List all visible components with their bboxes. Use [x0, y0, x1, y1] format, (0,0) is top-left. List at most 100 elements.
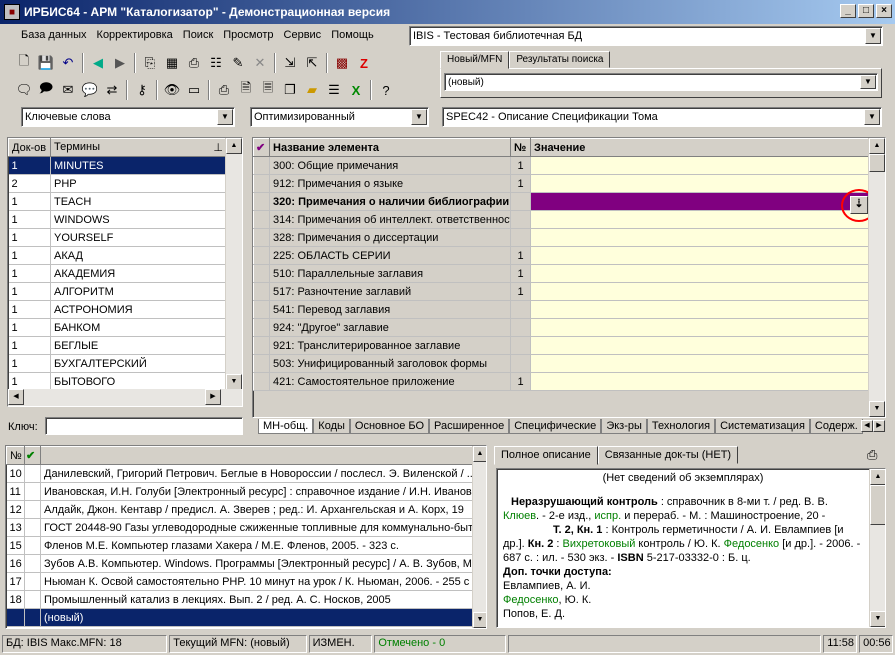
menu-service[interactable]: Сервис	[279, 29, 327, 41]
column-header-terms[interactable]: Термины ⊥	[50, 138, 227, 157]
menu-help[interactable]: Помощь	[326, 29, 379, 41]
dictionary-row[interactable]: 1 АСТРОНОМИЯ	[8, 300, 227, 319]
row-indicator[interactable]	[253, 372, 270, 391]
check-icon[interactable]: ✔	[24, 446, 41, 465]
row-indicator[interactable]	[253, 210, 270, 229]
field-tab[interactable]: Экз-ры	[601, 419, 647, 434]
link-icon[interactable]: ⇄	[102, 80, 122, 100]
tab-linked-docs[interactable]: Связанные док-ты (НЕТ)	[597, 446, 739, 464]
value-cell[interactable]	[530, 192, 870, 211]
record-row[interactable]: 13 ГОСТ 20448-90 Газы углеводородные сжиж…	[6, 518, 475, 537]
chat-icon[interactable]: 💬	[80, 80, 100, 100]
document-go-icon[interactable]: 🗏	[258, 80, 278, 100]
mark-cell[interactable]	[24, 590, 41, 609]
list-icon[interactable]: ☰	[324, 80, 344, 100]
column-header-field-name[interactable]: Название элемента	[269, 138, 511, 157]
menu-database[interactable]: База данных	[16, 29, 92, 41]
chevron-down-icon[interactable]: ▼	[860, 75, 876, 89]
worksheet-select[interactable]: SPEC42 - Описание Спецификации Тома ▼	[442, 107, 882, 127]
delete-icon[interactable]: ✕	[250, 53, 270, 73]
value-cell[interactable]	[530, 336, 870, 355]
print-preview-icon[interactable]: ⎙	[214, 80, 234, 100]
field-tab[interactable]: Систематизация	[715, 419, 810, 434]
record-row[interactable]: 11 Ивановская, И.Н. Голуби [Электронный р…	[6, 482, 475, 501]
chevron-down-icon[interactable]: ▼	[217, 109, 233, 125]
mark-cell[interactable]	[24, 518, 41, 537]
row-indicator[interactable]	[253, 174, 270, 193]
row-indicator[interactable]	[253, 336, 270, 355]
scroll-up-icon[interactable]: ▲	[870, 469, 885, 485]
menu-edit[interactable]: Корректировка	[92, 29, 178, 41]
row-indicator[interactable]	[253, 300, 270, 319]
maximize-icon[interactable]: □	[858, 4, 874, 18]
fields-scrollbar[interactable]: ▲ ▼	[868, 138, 885, 417]
comment-icon[interactable]: 🗨	[14, 80, 34, 100]
database-select[interactable]: IBIS - Тестовая библиотечная БД ▼	[409, 26, 883, 46]
value-cell[interactable]	[530, 228, 870, 247]
preview-icon[interactable]: 👁	[162, 80, 182, 100]
field-tab[interactable]: Коды	[313, 419, 350, 434]
record-row[interactable]: 16 Зубов А.В. Компьютер. Windows. Програм…	[6, 554, 475, 573]
menu-view[interactable]: Просмотр	[218, 29, 278, 41]
value-cell[interactable]	[530, 156, 870, 175]
dictionary-row[interactable]: 1 АКАДЕМИЯ	[8, 264, 227, 283]
row-indicator[interactable]	[253, 192, 270, 211]
records-scrollbar[interactable]: ▲ ▼	[472, 446, 486, 628]
scroll-down-icon[interactable]: ▼	[473, 612, 486, 628]
tab-scroll-right-icon[interactable]: ▶	[873, 420, 885, 432]
dictionary-row[interactable]: 1 TEACH	[8, 192, 227, 211]
value-cell[interactable]	[530, 264, 870, 283]
row-indicator[interactable]	[253, 282, 270, 301]
undo-icon[interactable]: ↶	[58, 53, 78, 73]
mark-cell[interactable]	[24, 554, 41, 573]
value-cell[interactable]	[530, 354, 870, 373]
scroll-down-icon[interactable]: ▼	[226, 374, 242, 390]
mark-cell[interactable]	[24, 608, 41, 627]
scroll-right-icon[interactable]: ▶	[205, 389, 221, 405]
menu-search[interactable]: Поиск	[178, 29, 218, 41]
import-icon[interactable]: ⇲	[280, 53, 300, 73]
field-row[interactable]: 314: Примечания об интеллект. ответствен…	[253, 210, 870, 229]
row-indicator[interactable]	[253, 264, 270, 283]
document-icon[interactable]: 🗎	[236, 80, 256, 100]
record-row[interactable]: 18 Промышленный катализ в лекциях. Вып. 2…	[6, 590, 475, 609]
close-icon[interactable]: ×	[876, 4, 892, 18]
mail-icon[interactable]: ✉	[58, 80, 78, 100]
scroll-thumb[interactable]	[870, 485, 885, 525]
description-scrollbar[interactable]: ▲ ▼	[869, 469, 885, 627]
search-mode-select[interactable]: Ключевые слова ▼	[21, 107, 235, 127]
row-indicator[interactable]	[253, 318, 270, 337]
arrow-right-icon[interactable]: ▶	[110, 53, 130, 73]
mark-cell[interactable]	[24, 500, 41, 519]
value-cell[interactable]	[530, 174, 870, 193]
dictionary-scrollbar[interactable]: ▲ ▼	[225, 138, 242, 390]
field-row[interactable]: 924: "Другое" заглавие	[253, 318, 870, 337]
field-row[interactable]: 300: Общие примечания 1	[253, 156, 870, 175]
tab-full-description[interactable]: Полное описание	[494, 446, 598, 465]
dictionary-row[interactable]: 1 БЫТОВОГО	[8, 372, 227, 391]
value-cell[interactable]	[530, 246, 870, 265]
dictionary-row[interactable]: 1 MINUTES	[8, 156, 227, 175]
column-header-value[interactable]: Значение	[530, 138, 870, 157]
record-row[interactable]: (новый)	[6, 608, 475, 627]
print-icon[interactable]: ⎙	[867, 447, 877, 463]
key-input[interactable]	[45, 417, 243, 435]
excel-icon[interactable]: X	[346, 80, 366, 100]
record-select[interactable]: (новый) ▼	[444, 73, 878, 91]
field-row[interactable]: 510: Параллельные заглавия 1	[253, 264, 870, 283]
field-tab[interactable]: Содерж.	[809, 419, 863, 434]
value-cell[interactable]	[530, 318, 870, 337]
field-tab[interactable]: Специфические	[509, 419, 602, 434]
tab-scroll-left-icon[interactable]: ◀	[861, 420, 873, 432]
filter-icon[interactable]: ▩	[332, 53, 352, 73]
dictionary-row[interactable]: 1 БЕГЛЫЕ	[8, 336, 227, 355]
field-tab[interactable]: Расширенное	[429, 419, 510, 434]
comment-add-icon[interactable]: 🗩	[36, 80, 56, 100]
row-indicator[interactable]	[253, 228, 270, 247]
app-icon[interactable]: ■	[4, 4, 20, 20]
scroll-down-icon[interactable]: ▼	[870, 611, 885, 627]
record-row[interactable]: 12 Алдайк, Джон. Кентавр / предисл. А. Зв…	[6, 500, 475, 519]
folder-icon[interactable]: ▭	[184, 80, 204, 100]
copy-icon[interactable]: ❐	[280, 80, 300, 100]
print-icon[interactable]: ⎙	[184, 53, 204, 73]
